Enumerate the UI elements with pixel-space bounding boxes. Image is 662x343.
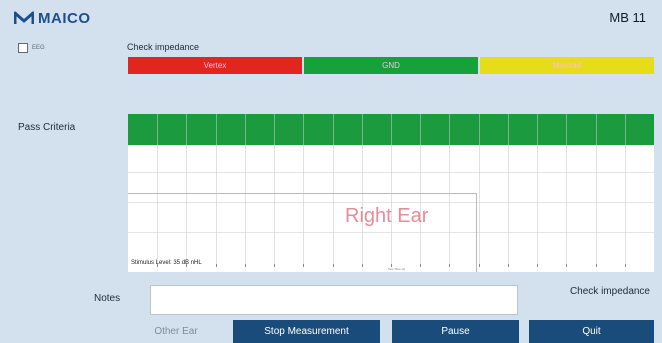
measurement-chart: Test Time (s) Right Ear Stimulus Level: … (128, 114, 654, 272)
impedance-mastoid-label: Mastoid (552, 61, 581, 70)
device-name: MB 11 (609, 10, 646, 25)
pass-criteria-label: Pass Criteria (18, 122, 76, 133)
impedance-bar: Vertex GND Mastoid (128, 57, 654, 74)
eeg-checkbox[interactable] (18, 43, 28, 53)
check-impedance-link[interactable]: Check impedance (570, 286, 650, 297)
eeg-toggle[interactable]: EEG (18, 43, 45, 53)
pause-button[interactable]: Pause (392, 320, 519, 343)
impedance-gnd: GND (304, 57, 478, 74)
impedance-vertex: Vertex (128, 57, 302, 74)
other-ear-button[interactable]: Other Ear (128, 320, 224, 343)
eeg-label: EEG (32, 45, 45, 51)
notes-label: Notes (94, 293, 121, 304)
stimulus-level: Stimulus Level: 35 dB nHL (131, 260, 202, 266)
maico-logo: MAICO (14, 9, 91, 27)
quit-button[interactable]: Quit (529, 320, 654, 343)
brand-name: MAICO (38, 9, 91, 27)
impedance-gnd-label: GND (382, 61, 400, 70)
impedance-vertex-label: Vertex (203, 61, 227, 70)
impedance-title: Check impedance (127, 42, 200, 52)
ear-label: Right Ear (345, 205, 429, 227)
stop-measurement-button[interactable]: Stop Measurement (233, 320, 380, 343)
impedance-mastoid: Mastoid (480, 57, 654, 74)
maico-logo-icon (14, 11, 34, 24)
notes-field[interactable] (150, 285, 518, 315)
